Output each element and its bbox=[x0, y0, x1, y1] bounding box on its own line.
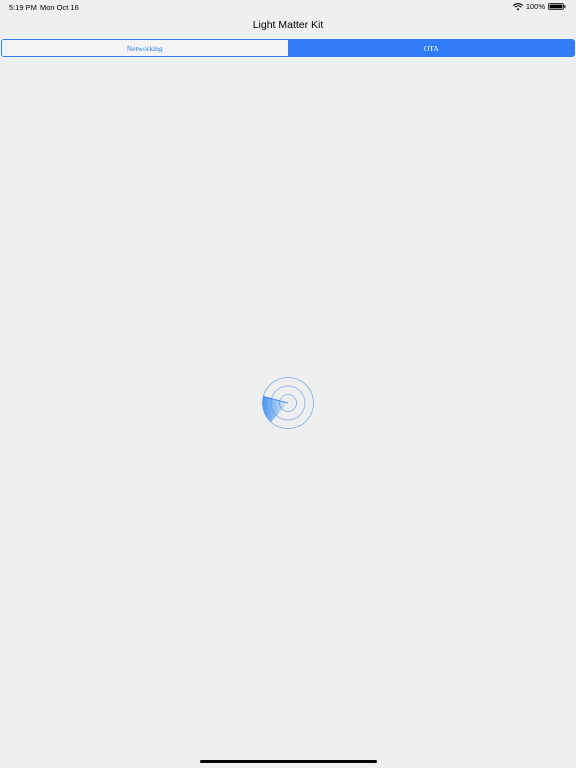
battery-icon bbox=[548, 3, 566, 10]
radar-scanning-icon bbox=[262, 377, 314, 429]
home-indicator[interactable] bbox=[200, 760, 377, 763]
status-time: 5:19 PM bbox=[9, 3, 37, 12]
segmented-control: Networking OTA bbox=[1, 39, 575, 57]
page-title: Light Matter Kit bbox=[252, 19, 324, 31]
status-bar: 5:19 PM Mon Oct 16 100% bbox=[0, 0, 576, 14]
wifi-icon bbox=[512, 2, 523, 10]
tab-networking[interactable]: Networking bbox=[2, 40, 289, 56]
battery-percent: 100% bbox=[525, 2, 545, 11]
tab-ota[interactable]: OTA bbox=[288, 40, 574, 56]
status-date: Mon Oct 16 bbox=[40, 3, 79, 12]
status-indicators: 100% bbox=[512, 2, 566, 11]
